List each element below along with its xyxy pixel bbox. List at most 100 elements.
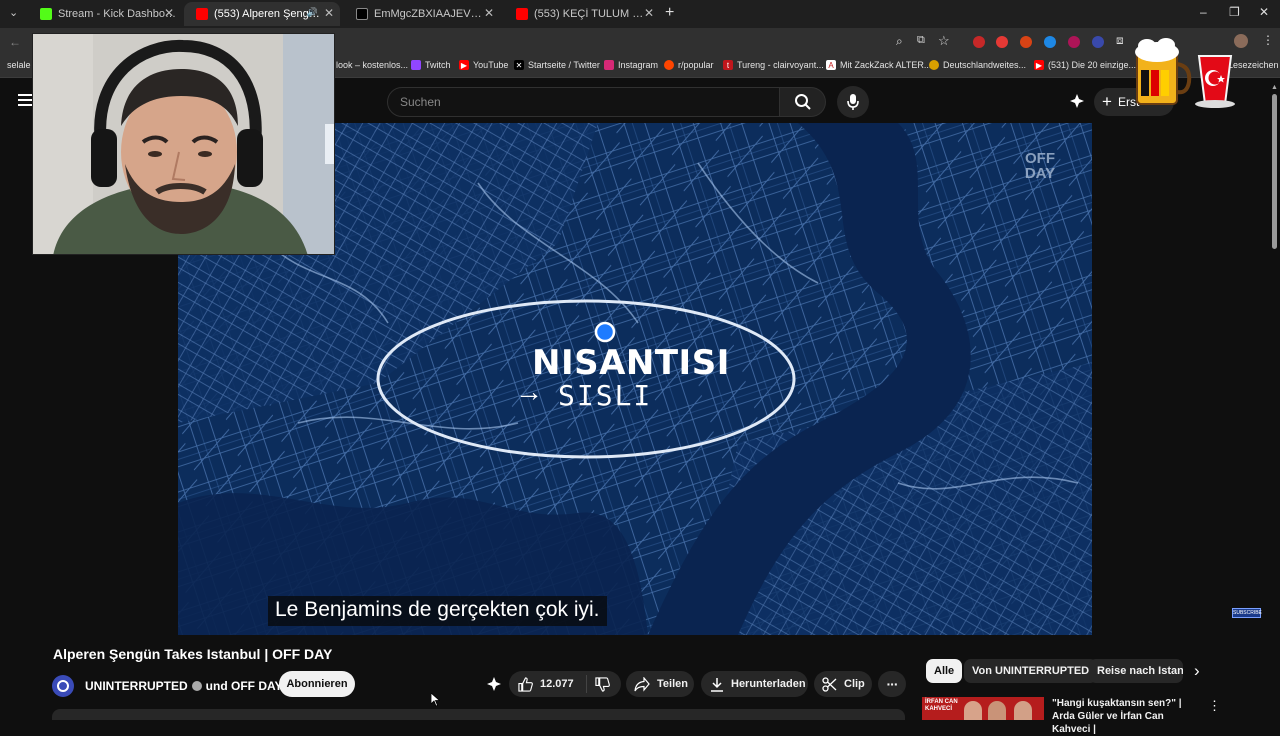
more-vertical-icon[interactable]: ⋮: [1208, 698, 1221, 714]
bookmark-label: Instagram: [618, 60, 659, 70]
tab-title: (553) KEÇİ TULUM PEYNİRİ Sü: [534, 8, 646, 20]
bookmark-icon: [929, 60, 939, 70]
plus-icon: +: [1102, 92, 1112, 111]
bookmark-twitch[interactable]: Twitch: [411, 60, 451, 70]
speaker-icon[interactable]: 🔊: [307, 7, 318, 18]
chip-travel-istanbul[interactable]: Reise nach Istanb: [1089, 659, 1183, 683]
close-tab-icon[interactable]: ✕: [164, 6, 174, 20]
bookmark-label: YouTube: [473, 60, 509, 70]
ai-sparkle-icon[interactable]: [486, 676, 502, 697]
close-tab-icon[interactable]: ✕: [644, 6, 654, 20]
description-box[interactable]: [52, 709, 905, 720]
map-label-bottom: SISLI: [558, 379, 653, 412]
bookmark-zackzack[interactable]: A Mit ZackZack ALTER...: [826, 60, 931, 70]
bookmark-label: Deutschlandweites...: [943, 60, 1027, 70]
extension-icon[interactable]: [1020, 36, 1032, 48]
bookmark-label: (531) Die 20 einzige...: [1048, 60, 1137, 70]
bookmark-youtube[interactable]: ▶ YouTube: [459, 60, 508, 70]
bookmark-die-20[interactable]: ▶ (531) Die 20 einzige...: [1034, 60, 1136, 70]
like-button[interactable]: 12.077: [509, 675, 587, 693]
youtube-favicon-icon: [516, 8, 528, 20]
bookmark-label: Tureng - clairvoyant...: [737, 60, 824, 70]
extension-icon[interactable]: [1068, 36, 1080, 48]
video-title: Alperen Şengün Takes Istanbul | OFF DAY: [53, 646, 333, 662]
tab-keci-tulum[interactable]: (553) KEÇİ TULUM PEYNİRİ Sü ✕: [504, 2, 660, 26]
extensions-icon[interactable]: ⧈: [1116, 33, 1124, 48]
bookmark-reddit[interactable]: r/popular: [664, 60, 714, 70]
subscribe-watermark[interactable]: SUBSCRIBE: [1232, 608, 1262, 618]
ai-sparkle-icon[interactable]: [1069, 93, 1085, 114]
bookmark-label: r/popular: [678, 60, 714, 70]
chip-from-uninterrupted[interactable]: Von UNINTERRUPTED: [964, 659, 1098, 683]
verified-badge-icon: [191, 681, 202, 691]
like-dislike-group: 12.077: [509, 671, 621, 697]
channel-name[interactable]: UNINTERRUPTED: [85, 679, 188, 693]
close-window-button[interactable]: ✕: [1259, 5, 1269, 19]
more-actions-button[interactable]: ···: [878, 671, 906, 697]
clip-button[interactable]: Clip: [814, 671, 872, 697]
youtube-icon: ▶: [459, 60, 469, 70]
zoom-icon[interactable]: ⌕: [896, 34, 903, 49]
youtube-favicon-icon: [196, 8, 208, 20]
search-input[interactable]: [388, 88, 779, 116]
scroll-up-icon[interactable]: ▲: [1271, 84, 1278, 91]
bookmark-label: Mit ZackZack ALTER...: [840, 60, 932, 70]
chevron-right-icon[interactable]: ›: [1194, 661, 1200, 681]
search-button[interactable]: [780, 87, 826, 117]
extension-icon[interactable]: [973, 36, 985, 48]
hamburger-menu-icon[interactable]: [18, 93, 32, 106]
x-favicon-icon: [356, 8, 368, 20]
bookmark-star-icon[interactable]: ☆: [938, 33, 950, 49]
recommendation-title[interactable]: "Hangi kuşaktansın sen?" | Arda Güler ve…: [1052, 697, 1204, 736]
tab-alperen-sengun[interactable]: (553) Alperen Şengün Takes 🔊 ✕: [184, 2, 340, 26]
zackzack-icon: A: [826, 60, 836, 70]
twitch-icon: [411, 60, 421, 70]
channel-avatar[interactable]: [52, 675, 74, 697]
share-button[interactable]: Teilen: [626, 671, 694, 697]
extension-icon[interactable]: [1092, 36, 1104, 48]
extension-icon[interactable]: [1044, 36, 1056, 48]
x-icon: ✕: [514, 60, 524, 70]
tureng-icon: t: [723, 60, 733, 70]
share-icon: [634, 676, 650, 692]
like-count: 12.077: [540, 678, 574, 690]
close-tab-icon[interactable]: ✕: [324, 6, 334, 20]
minimize-button[interactable]: –: [1200, 5, 1207, 19]
tab-image-jpg[interactable]: EmMgcZBXIAAJEVB.jpg (400×4 ✕: [344, 2, 500, 26]
bookmark-label: Twitch: [425, 60, 451, 70]
collab-channel-text[interactable]: und OFF DAY: [206, 679, 283, 693]
thumbs-down-icon: [595, 676, 610, 692]
chip-all[interactable]: Alle: [926, 659, 963, 683]
search-box: [387, 87, 780, 117]
scrollbar-thumb[interactable]: [1272, 94, 1277, 249]
restore-button[interactable]: ❐: [1229, 5, 1240, 19]
download-button[interactable]: Herunterladen: [701, 671, 808, 697]
map-label-arrow: →: [515, 376, 543, 407]
close-tab-icon[interactable]: ✕: [484, 6, 494, 20]
subscribe-button[interactable]: Abonnieren: [279, 671, 355, 697]
bookmark-instagram[interactable]: Instagram: [604, 60, 658, 70]
bookmark-label: look – kostenlos...: [336, 60, 409, 70]
scissors-icon: [822, 676, 837, 692]
new-tab-button[interactable]: +: [665, 4, 674, 22]
back-icon[interactable]: ←: [9, 35, 21, 49]
video-subtitle: Le Benjamins de gerçekten çok iyi.: [268, 596, 607, 626]
thumbs-up-icon: [518, 676, 533, 692]
bookmark-item[interactable]: look – kostenlos...: [336, 60, 408, 70]
menu-icon[interactable]: ⋮: [1262, 33, 1274, 47]
bookmark-deutschland[interactable]: Deutschlandweites...: [929, 60, 1026, 70]
tab-search-chevron-icon[interactable]: ⌄: [9, 6, 18, 19]
search-icon: [794, 94, 811, 110]
recommendation-thumbnail[interactable]: İRFAN CAN KAHVECİ: [922, 697, 1044, 720]
bookmark-tureng[interactable]: t Tureng - clairvoyant...: [723, 60, 824, 70]
install-icon[interactable]: ⧉: [917, 34, 925, 47]
extension-icon[interactable]: [996, 36, 1008, 48]
map-label-top: NISANTISI: [532, 343, 730, 383]
reddit-icon: [664, 60, 674, 70]
streamer-webcam-image: [33, 34, 334, 254]
tab-kick-dashboard[interactable]: Stream - Kick Dashboard ✕: [28, 2, 180, 26]
bookmark-twitter[interactable]: ✕ Startseite / Twitter: [514, 60, 600, 70]
webcam-overlay: [32, 33, 335, 255]
voice-search-button[interactable]: [837, 86, 869, 118]
dislike-button[interactable]: [587, 676, 610, 692]
